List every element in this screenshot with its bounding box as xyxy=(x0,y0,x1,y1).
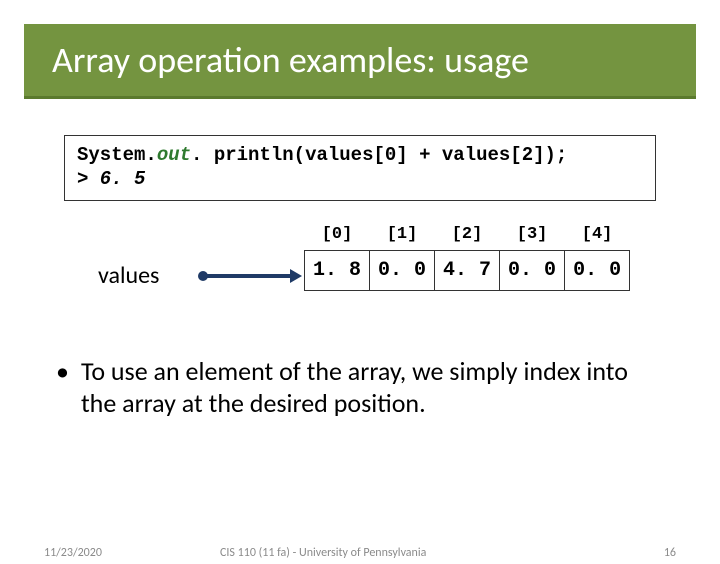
bullet-text: To use an element of the array, we simpl… xyxy=(81,355,664,420)
index-cell: [1] xyxy=(370,221,435,251)
code-line-1: System.out. println(values[0] + values[2… xyxy=(77,144,643,168)
index-row: [0] [1] [2] [3] [4] xyxy=(305,221,630,251)
title-bar: Array operation examples: usage xyxy=(24,24,696,99)
value-cell: 1. 8 xyxy=(305,250,370,290)
code-result: > 6. 5 xyxy=(77,168,643,192)
pointer-line xyxy=(206,274,292,278)
arrow-right-icon xyxy=(290,269,302,283)
value-cell: 0. 0 xyxy=(565,250,630,290)
footer-date: 11/23/2020 xyxy=(44,546,102,560)
variable-label: values xyxy=(98,261,159,290)
value-cell: 4. 7 xyxy=(435,250,500,290)
footer-page-number: 16 xyxy=(664,546,676,560)
index-cell: [0] xyxy=(305,221,370,251)
footer-source: CIS 110 (11 fa) - University of Pennsylv… xyxy=(220,546,426,560)
array-diagram: values [0] [1] [2] [3] [4] 1. 8 0. 0 4. … xyxy=(64,221,656,311)
code-box: System.out. println(values[0] + values[2… xyxy=(64,135,656,201)
slide-title: Array operation examples: usage xyxy=(52,38,678,82)
value-cell: 0. 0 xyxy=(500,250,565,290)
index-cell: [4] xyxy=(565,221,630,251)
bullet-item: • To use an element of the array, we sim… xyxy=(56,355,664,420)
index-cell: [2] xyxy=(435,221,500,251)
bullet-marker: • xyxy=(56,355,69,420)
array-table: [0] [1] [2] [3] [4] 1. 8 0. 0 4. 7 0. 0 … xyxy=(304,221,630,291)
value-cell: 0. 0 xyxy=(370,250,435,290)
index-cell: [3] xyxy=(500,221,565,251)
value-row: 1. 8 0. 0 4. 7 0. 0 0. 0 xyxy=(305,250,630,290)
